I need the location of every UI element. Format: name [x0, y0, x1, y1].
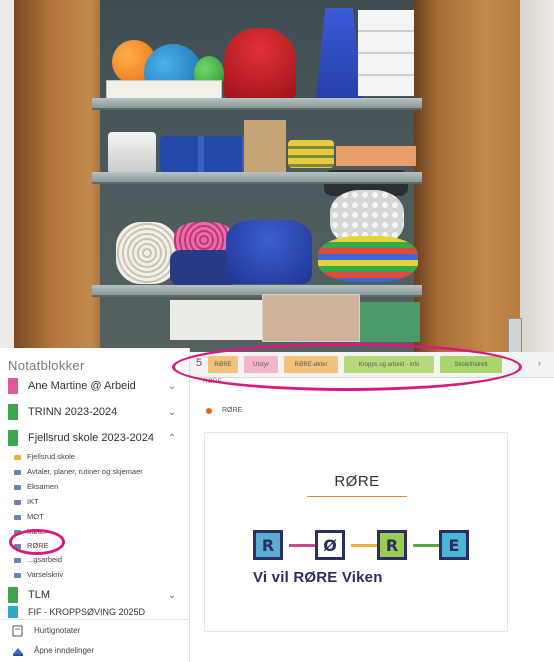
section-label: ...gsarbeid	[27, 555, 63, 564]
paper-stack	[170, 300, 262, 340]
notebook-tlm[interactable]: TLM ⌄	[8, 583, 178, 607]
section-icon	[14, 484, 23, 490]
open-sections-label: Åpne inndelinger	[34, 645, 95, 655]
blue-crates	[160, 136, 244, 172]
yellow-section-icon	[14, 454, 23, 460]
section-ikt[interactable]: IKT	[14, 495, 39, 508]
white-ropes	[116, 222, 178, 284]
notebook-icon	[8, 404, 18, 420]
logo-connector	[289, 544, 315, 547]
notebook-trinn[interactable]: TRINN 2023-2024 ⌄	[8, 400, 178, 424]
section-avtaler[interactable]: Avtaler, planer, rutiner og skjemaer	[14, 465, 143, 478]
notebook-label: TLM	[28, 589, 50, 601]
quick-notes-link[interactable]: Hurtignotater	[12, 621, 80, 639]
sidebar-header: Notatblokker	[8, 358, 85, 373]
blue-bag	[226, 220, 312, 284]
more-tabs-icon[interactable]: ›	[538, 358, 541, 368]
tape-rolls	[288, 140, 334, 168]
section-eksamen[interactable]: Eksamen	[14, 480, 58, 493]
section-icon	[14, 469, 23, 475]
notebook-icon	[8, 587, 18, 603]
red-cap	[224, 28, 296, 100]
section-fjellsrud-skole[interactable]: Fjellsrud skole	[14, 450, 75, 463]
logo-connector	[351, 544, 377, 547]
cardboard-box	[244, 120, 286, 172]
chevron-down-icon[interactable]: ⌄	[166, 407, 178, 418]
section-label: Fjellsrud skole	[27, 452, 75, 461]
bucket	[108, 132, 156, 174]
chevron-up-icon[interactable]: ⌃	[166, 433, 178, 444]
section-label: Eksamen	[27, 482, 59, 491]
notebook-fjellsrud[interactable]: Fjellsrud skole 2023-2024 ⌃	[8, 426, 178, 450]
title-underline	[307, 496, 407, 497]
notebook-icon	[8, 606, 18, 618]
section-label: IKT	[27, 497, 39, 506]
page-list-item[interactable]: RØRE	[206, 407, 242, 414]
cabinet-door-left	[14, 0, 110, 378]
notebook-icon	[8, 378, 18, 394]
notebook-sidebar: Notatblokker Ane Martine @ Arbeid ⌄ TRIN…	[0, 348, 190, 662]
notebook-icon	[8, 430, 18, 446]
clear-box	[262, 294, 360, 342]
notebook-label: TRINN 2023-2024	[28, 406, 118, 418]
quick-notes-label: Hurtignotater	[34, 625, 81, 635]
section-varselskriv[interactable]: Varselskriv	[14, 568, 63, 581]
door-hinge	[508, 318, 522, 356]
wall-right	[520, 0, 554, 378]
section-label: Avtaler, planer, rutiner og skjemaer	[27, 467, 143, 476]
shelf-top	[92, 98, 422, 110]
logo-box-r1: R	[253, 530, 283, 560]
notebook-label: Fjellsrud skole 2023-2024	[28, 432, 154, 444]
logo-tagline: Vi vil RØRE Viken	[253, 569, 383, 586]
page-card: RØRE R Ø R E Vi vil RØRE Viken	[204, 432, 508, 632]
logo-box-o: Ø	[315, 530, 345, 560]
page-title: RØRE	[334, 473, 380, 490]
chevron-down-icon[interactable]: ⌄	[166, 590, 178, 601]
logo-box-e: E	[439, 530, 469, 560]
logo-box-r2: R	[377, 530, 407, 560]
colored-markers	[318, 236, 418, 282]
logo-connector	[413, 544, 439, 547]
notebook-fif-kroppsoving[interactable]: FIF - KROPPSØVING 2025D	[8, 606, 178, 618]
page-label: RØRE	[222, 407, 243, 414]
shelf-middle	[92, 172, 422, 184]
section-icon	[14, 557, 23, 563]
shelf-bottom	[92, 285, 422, 297]
section-icon	[14, 514, 23, 520]
white-boxes	[358, 10, 414, 96]
notebook-label: FIF - KROPPSØVING 2025D	[28, 607, 146, 617]
section-icon	[14, 572, 23, 578]
section-label: Varselskriv	[27, 570, 64, 579]
section-icon	[14, 499, 23, 505]
notebook-label: Ane Martine @ Arbeid	[28, 380, 136, 392]
green-box	[360, 302, 420, 342]
notebook-ane-martine[interactable]: Ane Martine @ Arbeid ⌄	[8, 374, 178, 398]
section-mot[interactable]: MOT	[14, 510, 44, 523]
open-sections-link[interactable]: Åpne inndelinger	[12, 641, 94, 659]
annotation-circle-tabs	[172, 343, 522, 391]
sidebar-divider	[0, 619, 190, 620]
annotation-circle-rore	[9, 529, 65, 555]
page-icon	[206, 407, 212, 414]
open-sections-icon	[12, 644, 24, 656]
orange-pad	[336, 146, 416, 166]
cabinet-photo	[0, 0, 554, 378]
section-label: MOT	[27, 512, 44, 521]
quick-notes-icon	[12, 624, 24, 637]
chevron-down-icon[interactable]: ⌄	[166, 381, 178, 392]
